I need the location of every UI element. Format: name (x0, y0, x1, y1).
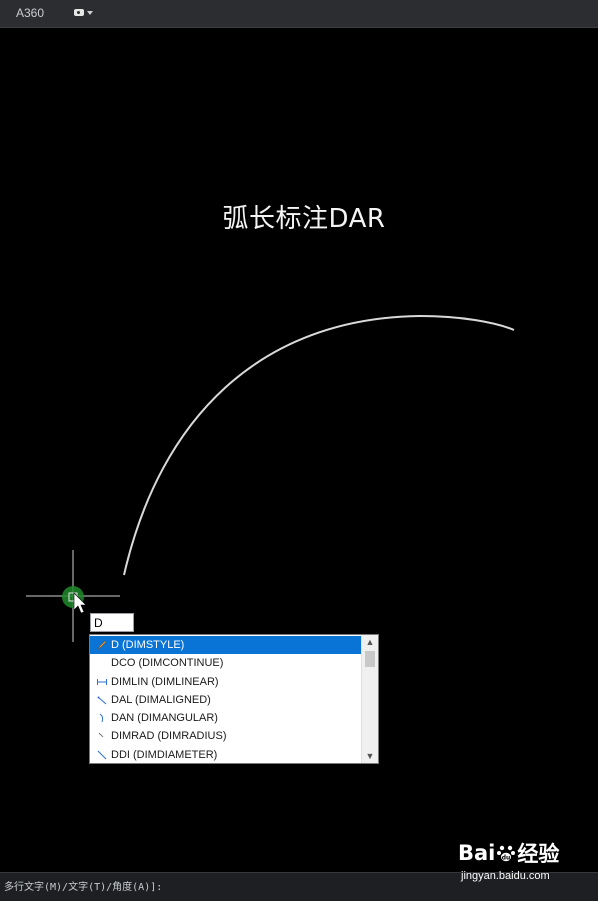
scroll-thumb[interactable] (365, 651, 375, 667)
autocomplete-scrollbar[interactable]: ▲ ▼ (361, 635, 378, 763)
arc-entity[interactable] (123, 314, 515, 576)
command-line-prompt: 多行文字(M)/文字(T)/角度(A)]: (4, 882, 163, 893)
autocomplete-item-dimlinear[interactable]: DIMLIN (DIMLINEAR) (90, 673, 361, 691)
autocomplete-item-label: DAL (DIMALIGNED) (111, 693, 211, 706)
dimlinear-icon (97, 678, 107, 685)
autocomplete-item-label: DDI (DIMDIAMETER) (111, 748, 218, 761)
autocomplete-item-dimcontinue[interactable]: DCO (DIMCONTINUE) (90, 654, 361, 672)
paw-icon: du (497, 845, 516, 862)
dimdiameter-icon (97, 750, 107, 760)
dynamic-command-input[interactable] (90, 613, 134, 632)
autocomplete-item-dimdiameter[interactable]: DDI (DIMDIAMETER) (90, 746, 361, 764)
app-title[interactable]: A360 (16, 6, 44, 20)
watermark-logo-right: 经验 (517, 842, 560, 866)
autocomplete-item-label: DAN (DIMANGULAR) (111, 712, 218, 725)
autocomplete-item-label: DIMRAD (DIMRADIUS) (111, 730, 227, 743)
autocomplete-item-dimstyle[interactable]: D (DIMSTYLE) (90, 636, 361, 655)
camera-dropdown-button[interactable] (74, 7, 96, 18)
dimangular-icon (99, 713, 104, 723)
autocomplete-item-label: DIMLIN (DIMLINEAR) (111, 675, 219, 688)
camera-icon (74, 9, 84, 16)
autocomplete-item-label: DCO (DIMCONTINUE) (111, 657, 224, 670)
caret-down-icon (87, 10, 93, 15)
scroll-down-icon[interactable]: ▼ (362, 749, 378, 763)
autocomplete-item-dimradius[interactable]: DIMRAD (DIMRADIUS) (90, 727, 361, 745)
watermark-logo-left: Bai (458, 841, 496, 865)
overlay-title: 弧长标注DAR (222, 204, 386, 234)
autocomplete-items: D (DIMSTYLE) DCO (DIMCONTINUE) DIMLIN (D… (90, 636, 361, 764)
autocomplete-item-dimaligned[interactable]: DAL (DIMALIGNED) (90, 691, 361, 709)
autocomplete-item-dimangular[interactable]: DAN (DIMANGULAR) (90, 709, 361, 727)
autocomplete-item-label: D (DIMSTYLE) (111, 639, 185, 651)
watermark-url: jingyan.baidu.com (461, 870, 550, 882)
baidu-jingyan-watermark: Bai du 经验 jingyan.baidu.com (458, 838, 598, 882)
top-ribbon: A360 (0, 0, 598, 28)
svg-text:du: du (502, 855, 511, 862)
dimaligned-icon (97, 696, 107, 705)
watermark-logo: Bai du 经验 (458, 838, 598, 868)
command-autocomplete-list[interactable]: D (DIMSTYLE) DCO (DIMCONTINUE) DIMLIN (D… (89, 634, 379, 764)
dimradius-icon (98, 733, 104, 738)
dimstyle-icon (97, 640, 107, 650)
scroll-up-icon[interactable]: ▲ (362, 635, 378, 649)
